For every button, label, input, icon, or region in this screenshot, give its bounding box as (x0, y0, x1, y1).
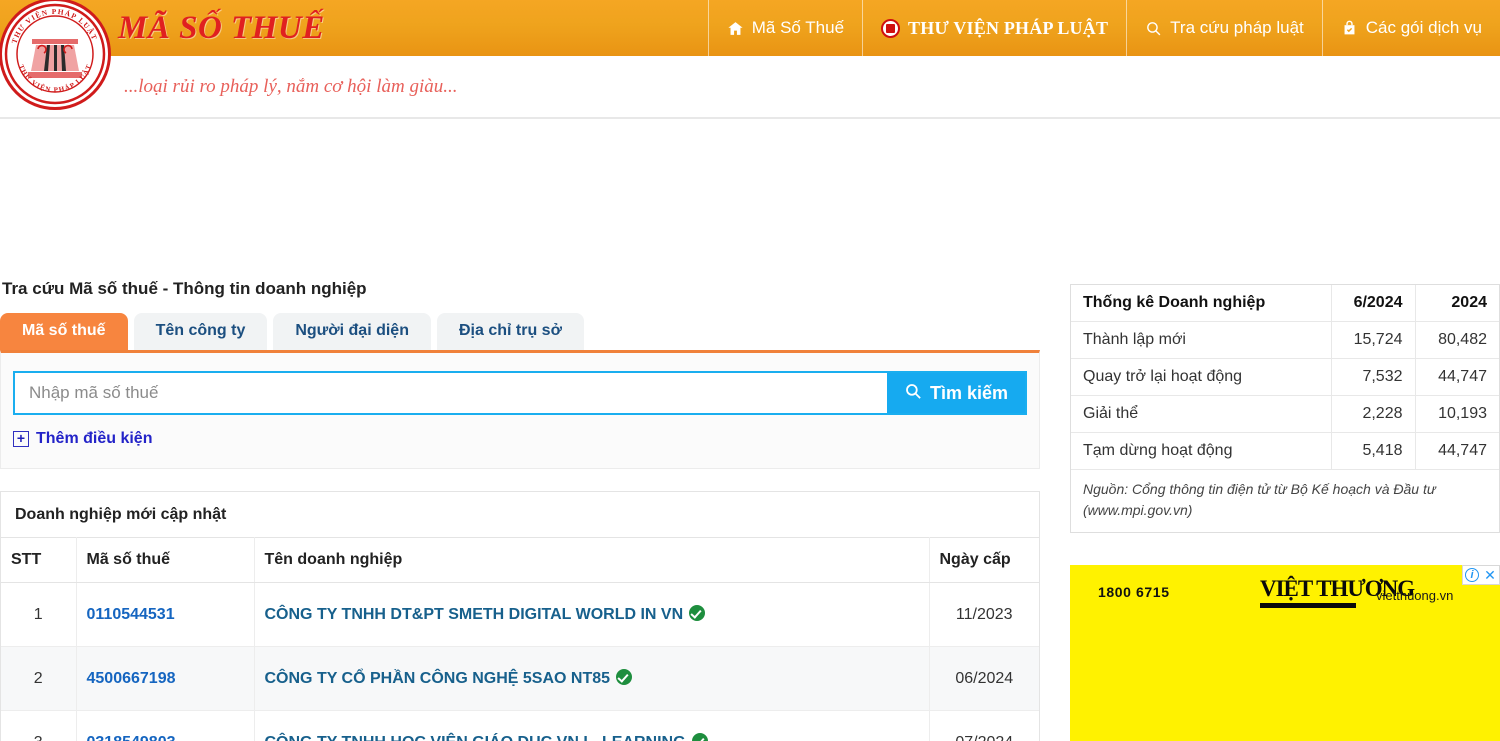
nav-item-label: THƯ VIỆN PHÁP LUẬT (908, 17, 1109, 38)
column-header-name: Tên doanh nghiệp (254, 537, 930, 583)
site-logo[interactable]: THƯ VIỆN PHÁP LUẬT THƯ VIỆN PHÁP LUẬT (0, 0, 111, 110)
advertisement-banner[interactable]: i ✕ 1800 6715 VIỆT THƯƠNG vietthuong.vn (1070, 565, 1500, 741)
brand-title: MÃ SỐ THUẾ (118, 10, 325, 46)
ad-close-icon[interactable]: ✕ (1481, 566, 1499, 584)
stats-year-value: 44,747 (1415, 432, 1499, 470)
cell-stt: 1 (1, 582, 77, 647)
cell-business-name: CÔNG TY CỔ PHẦN CÔNG NGHỆ 5SAO NT85 (254, 646, 930, 711)
stats-row: Quay trở lại hoạt động 7,532 44,747 (1071, 358, 1499, 396)
tvpl-seal-icon (881, 18, 901, 38)
table-row: 1 0110544531 CÔNG TY TNHH DT&PT SMETH DI… (1, 582, 1039, 647)
page-title: Tra cứu Mã số thuế - Thông tin doanh ngh… (2, 279, 367, 298)
statistics-table: Thống kê Doanh nghiệp 6/2024 2024 Thành … (1071, 285, 1499, 470)
column-header-date: Ngày cấp (929, 537, 1039, 583)
stats-month-value: 15,724 (1331, 321, 1416, 359)
business-list-panel: Doanh nghiệp mới cập nhật STT Mã số thuế… (0, 491, 1040, 741)
business-list-title: Doanh nghiệp mới cập nhật (15, 506, 227, 523)
statistics-panel: Thống kê Doanh nghiệp 6/2024 2024 Thành … (1070, 284, 1500, 533)
stats-header-year: 2024 (1415, 285, 1499, 322)
stats-label: Thành lập mới (1071, 321, 1332, 359)
stats-row: Giải thể 2,228 10,193 (1071, 395, 1499, 433)
stats-row: Tạm dừng hoạt động 5,418 44,747 (1071, 432, 1499, 470)
more-conditions-toggle[interactable]: + Thêm điều kiện (13, 430, 1027, 448)
more-conditions-label: Thêm điều kiện (36, 430, 153, 447)
site-tagline: ...loại rủi ro pháp lý, nắm cơ hội làm g… (124, 76, 458, 97)
nav-item-thu-vien-phap-luat[interactable]: THƯ VIỆN PHÁP LUẬT (862, 0, 1126, 56)
tab-ma-so-thue[interactable]: Mã số thuế (0, 313, 128, 350)
column-header-stt: STT (1, 537, 77, 583)
stats-label: Giải thể (1071, 395, 1332, 433)
stats-header-month: 6/2024 (1331, 285, 1416, 322)
ad-website-url: vietthuong.vn (1376, 588, 1454, 603)
stats-label: Tạm dừng hoạt động (1071, 432, 1332, 470)
tab-ten-cong-ty[interactable]: Tên công ty (133, 313, 268, 350)
table-header-row: STT Mã số thuế Tên doanh nghiệp Ngày cấp (1, 537, 1039, 583)
verified-badge-icon (689, 605, 706, 621)
statistics-source-note: Nguồn: Cổng thông tin điện tử từ Bộ Kế h… (1083, 481, 1436, 518)
cell-tax-code: 4500667198 (76, 646, 255, 711)
stats-row: Thành lập mới 15,724 80,482 (1071, 321, 1499, 359)
verified-badge-icon (691, 733, 708, 741)
home-icon (727, 20, 744, 37)
search-tabs: Mã số thuế Tên công ty Người đại diện Đị… (0, 313, 1040, 350)
ad-brand-underline (1260, 603, 1356, 608)
cell-business-name: CÔNG TY TNHH HỌC VIỆN GIÁO DỤC VN I - LE… (254, 710, 930, 741)
cell-tax-code: 0110544531 (76, 582, 255, 647)
cell-date: 06/2024 (929, 646, 1039, 711)
stats-month-value: 7,532 (1331, 358, 1416, 396)
search-button[interactable]: Tìm kiếm (887, 373, 1025, 413)
verified-badge-icon (616, 669, 633, 685)
stats-header-label: Thống kê Doanh nghiệp (1071, 285, 1332, 322)
stats-label: Quay trở lại hoạt động (1071, 358, 1332, 396)
tax-code-link[interactable]: 0110544531 (87, 606, 175, 623)
main-nav: Mã Số Thuế THƯ VIỆN PHÁP LUẬT Tra cứu ph… (707, 0, 1500, 56)
search-input[interactable] (15, 373, 887, 413)
search-icon (904, 382, 922, 405)
cell-date: 11/2023 (929, 582, 1039, 647)
nav-item-ma-so-thue[interactable]: Mã Số Thuế (707, 0, 862, 56)
column-header-tax-code: Mã số thuế (76, 537, 255, 583)
header-divider (0, 117, 1500, 119)
search-row: Tìm kiếm (13, 371, 1027, 415)
business-table: STT Mã số thuế Tên doanh nghiệp Ngày cấp… (1, 537, 1039, 741)
table-row: 2 4500667198 CÔNG TY CỔ PHẦN CÔNG NGHỆ 5… (1, 646, 1039, 711)
cell-stt: 2 (1, 646, 77, 711)
stats-month-value: 5,418 (1331, 432, 1416, 470)
nav-item-label: Tra cứu pháp luật (1170, 18, 1304, 37)
stats-year-value: 80,482 (1415, 321, 1499, 359)
search-panel: Tìm kiếm + Thêm điều kiện (0, 350, 1040, 469)
tab-dia-chi-tru-so[interactable]: Địa chỉ trụ sở (436, 313, 584, 350)
ad-info-icon[interactable]: i (1463, 566, 1481, 584)
stats-year-value: 10,193 (1415, 395, 1499, 433)
nav-item-label: Mã Số Thuế (751, 18, 845, 37)
nav-item-cac-goi-dich-vu[interactable]: Các gói dịch vụ (1321, 0, 1500, 56)
stats-header-row: Thống kê Doanh nghiệp 6/2024 2024 (1071, 285, 1499, 322)
plus-icon: + (13, 431, 29, 447)
site-header: Mã Số Thuế THƯ VIỆN PHÁP LUẬT Tra cứu ph… (0, 0, 1500, 119)
cell-business-name: CÔNG TY TNHH DT&PT SMETH DIGITAL WORLD I… (254, 582, 930, 647)
nav-item-label: Các gói dịch vụ (1365, 18, 1482, 37)
tax-code-link[interactable]: 0318549803 (87, 734, 176, 741)
tax-code-link[interactable]: 4500667198 (87, 670, 176, 687)
business-name-link[interactable]: CÔNG TY TNHH HỌC VIỆN GIÁO DỤC VN I - LE… (265, 734, 686, 741)
table-row: 3 0318549803 CÔNG TY TNHH HỌC VIỆN GIÁO … (1, 710, 1039, 741)
tab-nguoi-dai-dien[interactable]: Người đại diện (273, 313, 431, 350)
search-icon (1145, 20, 1162, 37)
cell-tax-code: 0318549803 (76, 710, 255, 741)
nav-item-tra-cuu-phap-luat[interactable]: Tra cứu pháp luật (1126, 0, 1322, 56)
ad-controls: i ✕ (1462, 565, 1500, 585)
business-name-link[interactable]: CÔNG TY CỔ PHẦN CÔNG NGHỆ 5SAO NT85 (265, 670, 611, 687)
stats-month-value: 2,228 (1331, 395, 1416, 433)
cell-stt: 3 (1, 710, 77, 741)
ad-phone-number: 1800 6715 (1098, 584, 1170, 600)
stats-year-value: 44,747 (1415, 358, 1499, 396)
right-column: Thống kê Doanh nghiệp 6/2024 2024 Thành … (1070, 284, 1500, 741)
search-button-label: Tìm kiếm (929, 382, 1009, 403)
cell-date: 07/2024 (929, 710, 1039, 741)
shopping-bag-check-icon (1341, 19, 1358, 37)
business-name-link[interactable]: CÔNG TY TNHH DT&PT SMETH DIGITAL WORLD I… (265, 606, 684, 623)
left-column: Tra cứu Mã số thuế - Thông tin doanh ngh… (0, 279, 1040, 741)
